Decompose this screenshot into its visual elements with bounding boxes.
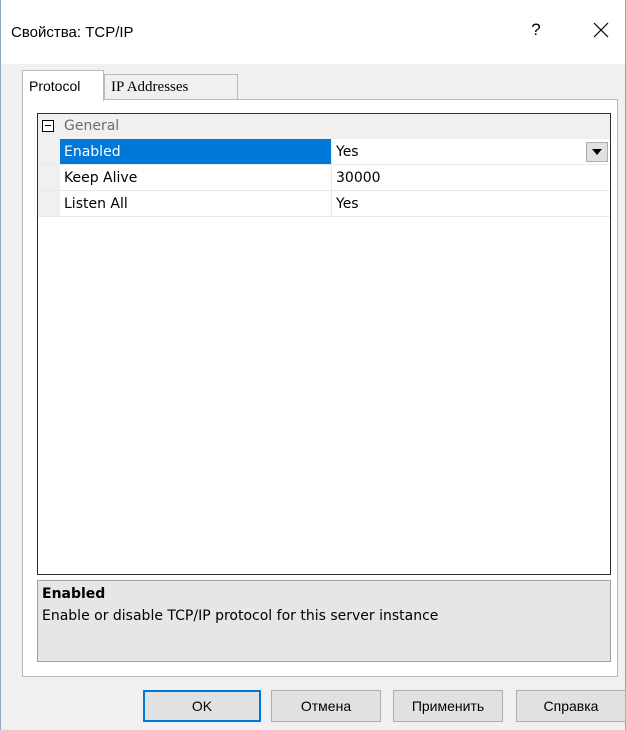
property-value: 30000 <box>336 169 381 186</box>
property-name[interactable]: Keep Alive <box>60 165 332 190</box>
property-value-listen-all[interactable]: Yes <box>332 191 610 216</box>
tab-ip-addresses[interactable]: IP Addresses <box>104 74 238 100</box>
property-row-listen-all[interactable]: Listen All Yes <box>38 191 610 217</box>
cancel-button[interactable]: Отмена <box>271 690 381 722</box>
category-general[interactable]: General <box>38 114 610 139</box>
close-button[interactable] <box>578 12 624 48</box>
description-title: Enabled <box>42 586 106 602</box>
property-name[interactable]: Enabled <box>60 139 332 164</box>
description-text: Enable or disable TCP/IP protocol for th… <box>42 608 439 624</box>
ok-button[interactable]: OK <box>143 690 261 722</box>
collapse-icon[interactable] <box>42 120 54 132</box>
apply-button[interactable]: Применить <box>393 690 503 722</box>
row-gutter <box>38 139 60 164</box>
category-label: General <box>64 118 120 134</box>
dialog-window: Свойства: TCP/IP ? Protocol IP Addresses… <box>0 0 626 730</box>
title-bar: Свойства: TCP/IP ? <box>1 0 625 64</box>
description-panel: Enabled Enable or disable TCP/IP protoco… <box>37 580 611 662</box>
property-name[interactable]: Listen All <box>60 191 332 216</box>
row-gutter <box>38 165 60 190</box>
help-button[interactable]: ? <box>513 12 559 48</box>
property-value-keep-alive[interactable]: 30000 <box>332 165 610 190</box>
help-icon: ? <box>531 20 541 39</box>
property-value: Yes <box>336 143 359 160</box>
property-row-enabled[interactable]: Enabled Yes <box>38 139 610 165</box>
property-value: Yes <box>336 195 359 212</box>
window-title: Свойства: TCP/IP <box>11 24 134 41</box>
chevron-down-icon <box>592 149 602 155</box>
property-grid[interactable]: General Enabled Yes Keep Alive 30000 Lis… <box>37 113 611 575</box>
row-gutter <box>38 191 60 216</box>
tab-protocol[interactable]: Protocol <box>22 70 104 101</box>
property-row-keep-alive[interactable]: Keep Alive 30000 <box>38 165 610 191</box>
tab-strip: Protocol IP Addresses <box>22 70 622 101</box>
dropdown-button[interactable] <box>586 142 608 162</box>
help-dialog-button[interactable]: Справка <box>516 690 626 722</box>
close-icon <box>593 22 609 38</box>
property-value-enabled[interactable]: Yes <box>332 139 610 164</box>
